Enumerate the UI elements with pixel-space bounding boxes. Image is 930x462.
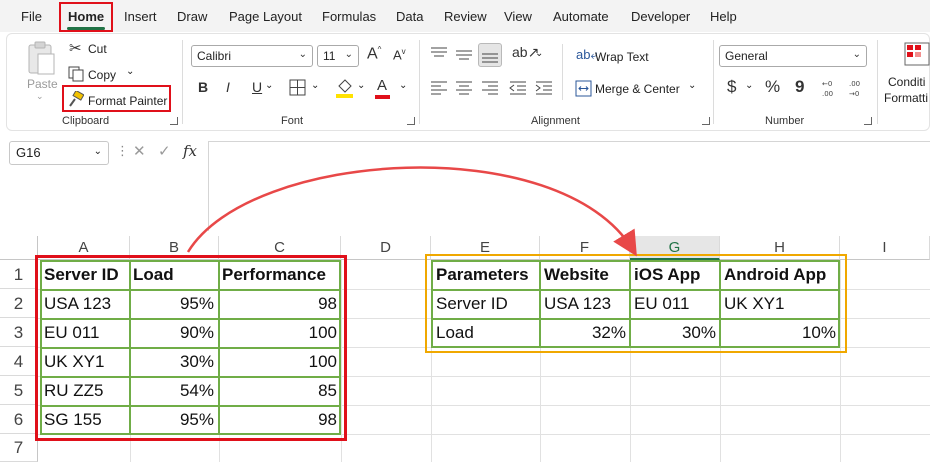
font-group-label: Font	[281, 115, 304, 127]
ribbon-separator	[877, 40, 878, 124]
paste-button[interactable]: Paste	[27, 77, 58, 91]
align-middle-icon[interactable]	[455, 46, 473, 62]
insert-function-button[interactable]: fx	[183, 144, 197, 159]
home-tab-highlight	[59, 2, 113, 32]
underline-dropdown-icon[interactable]: ⌄	[265, 80, 273, 91]
svg-text:←0: ←0	[822, 80, 832, 88]
font-color-icon[interactable]: A	[377, 78, 387, 93]
fill-color-dropdown-icon[interactable]: ⌄	[357, 80, 365, 91]
ribbon-tabs: File Home Insert Draw Page Layout Formul…	[0, 0, 930, 32]
svg-text:→0: →0	[849, 90, 859, 98]
ribbon-separator	[182, 40, 183, 124]
font-color-swatch	[375, 95, 390, 99]
currency-dropdown-icon[interactable]: ⌄	[745, 80, 753, 91]
number-launcher-icon[interactable]	[864, 117, 872, 125]
tab-view[interactable]: View	[504, 9, 532, 24]
merge-center-dropdown-icon[interactable]: ⌄	[688, 80, 696, 91]
decrease-decimal-icon[interactable]: .00 →0	[849, 78, 867, 98]
paste-icon[interactable]	[26, 40, 56, 76]
table2-highlight-box	[425, 254, 847, 353]
tab-insert[interactable]: Insert	[124, 9, 157, 24]
tab-page-layout[interactable]: Page Layout	[229, 9, 302, 24]
decrease-indent-icon[interactable]	[509, 80, 527, 96]
font-launcher-icon[interactable]	[407, 117, 415, 125]
align-top-icon[interactable]	[430, 46, 448, 62]
alignment-launcher-icon[interactable]	[702, 117, 710, 125]
cancel-entry-icon[interactable]: ✕	[133, 144, 146, 159]
excel-window: File Home Insert Draw Page Layout Formul…	[0, 0, 930, 462]
tab-file[interactable]: File	[21, 9, 42, 24]
number-format-select[interactable]: General ⌄	[719, 45, 867, 67]
wrap-text-button[interactable]: Wrap Text	[595, 50, 649, 64]
row-header-4[interactable]: 4	[0, 347, 38, 376]
merge-center-icon[interactable]	[575, 80, 592, 97]
underline-button[interactable]: U	[252, 80, 262, 94]
alignment-group-label: Alignment	[531, 115, 580, 127]
conditional-formatting-label-2: Formatti	[884, 91, 929, 105]
scissors-icon[interactable]: ✂	[69, 41, 82, 56]
tab-automate[interactable]: Automate	[553, 9, 609, 24]
align-left-icon[interactable]	[430, 80, 448, 96]
row-header-3[interactable]: 3	[0, 318, 38, 347]
tab-review[interactable]: Review	[444, 9, 487, 24]
ribbon-separator	[419, 40, 420, 124]
confirm-entry-icon[interactable]: ✓	[158, 144, 171, 159]
format-painter-highlight	[62, 85, 171, 112]
alignment-inner-separator	[562, 44, 563, 100]
conditional-formatting-button[interactable]: Conditi	[888, 75, 925, 89]
align-bottom-icon	[482, 53, 498, 63]
name-box[interactable]: G16 ⌄	[9, 141, 109, 165]
tab-formulas[interactable]: Formulas	[322, 9, 376, 24]
column-header-i[interactable]: I	[840, 236, 930, 260]
increase-indent-icon[interactable]	[535, 80, 553, 96]
font-family-select[interactable]: Calibri ⌄	[191, 45, 313, 67]
align-right-icon[interactable]	[481, 80, 499, 96]
tab-draw[interactable]: Draw	[177, 9, 207, 24]
increase-decimal-icon[interactable]: ←0 .00	[822, 78, 840, 98]
tab-help[interactable]: Help	[710, 9, 737, 24]
paste-dropdown-icon[interactable]: ⌄	[36, 91, 44, 102]
ribbon-separator	[713, 40, 714, 124]
select-all-corner[interactable]	[0, 236, 38, 260]
increase-font-icon[interactable]: A^	[367, 46, 381, 62]
align-center-icon[interactable]	[455, 80, 473, 96]
formula-input[interactable]	[208, 141, 930, 231]
italic-button[interactable]: I	[226, 80, 230, 94]
font-size-select[interactable]: 11 ⌄	[317, 45, 359, 67]
tab-data[interactable]: Data	[396, 9, 423, 24]
copy-dropdown-icon[interactable]: ⌄	[126, 66, 134, 77]
conditional-formatting-icon[interactable]	[904, 42, 930, 68]
borders-dropdown-icon[interactable]: ⌄	[311, 80, 319, 91]
orientation-dropdown-icon[interactable]: ⌄	[535, 48, 543, 59]
row-header-6[interactable]: 6	[0, 405, 38, 434]
clipboard-group-label: Clipboard	[62, 115, 110, 127]
cut-button[interactable]: Cut	[88, 42, 107, 56]
table1-highlight-box	[35, 255, 347, 441]
currency-button[interactable]: $	[727, 78, 736, 95]
column-header-d[interactable]: D	[341, 236, 431, 260]
tab-developer[interactable]: Developer	[631, 9, 690, 24]
svg-text:.00: .00	[822, 90, 833, 98]
merge-center-button[interactable]: Merge & Center	[595, 82, 680, 96]
copy-icon[interactable]	[68, 66, 84, 82]
copy-button[interactable]: Copy	[88, 68, 116, 82]
formula-bar-grip-icon: ⋮	[116, 143, 129, 158]
clipboard-launcher-icon[interactable]	[170, 117, 178, 125]
row-header-5[interactable]: 5	[0, 376, 38, 405]
row-header-7[interactable]: 7	[0, 434, 38, 462]
comma-style-button[interactable]: 9	[795, 78, 804, 95]
svg-text:.00: .00	[849, 80, 860, 88]
row-header-2[interactable]: 2	[0, 289, 38, 318]
bold-button[interactable]: B	[198, 80, 208, 94]
row-header-1[interactable]: 1	[0, 260, 38, 289]
percent-button[interactable]: %	[765, 78, 780, 95]
number-group-label: Number	[765, 115, 805, 127]
font-color-dropdown-icon[interactable]: ⌄	[399, 80, 407, 91]
borders-icon[interactable]	[289, 79, 307, 97]
fill-color-icon[interactable]	[335, 77, 355, 99]
decrease-font-icon[interactable]: Av	[393, 48, 406, 62]
